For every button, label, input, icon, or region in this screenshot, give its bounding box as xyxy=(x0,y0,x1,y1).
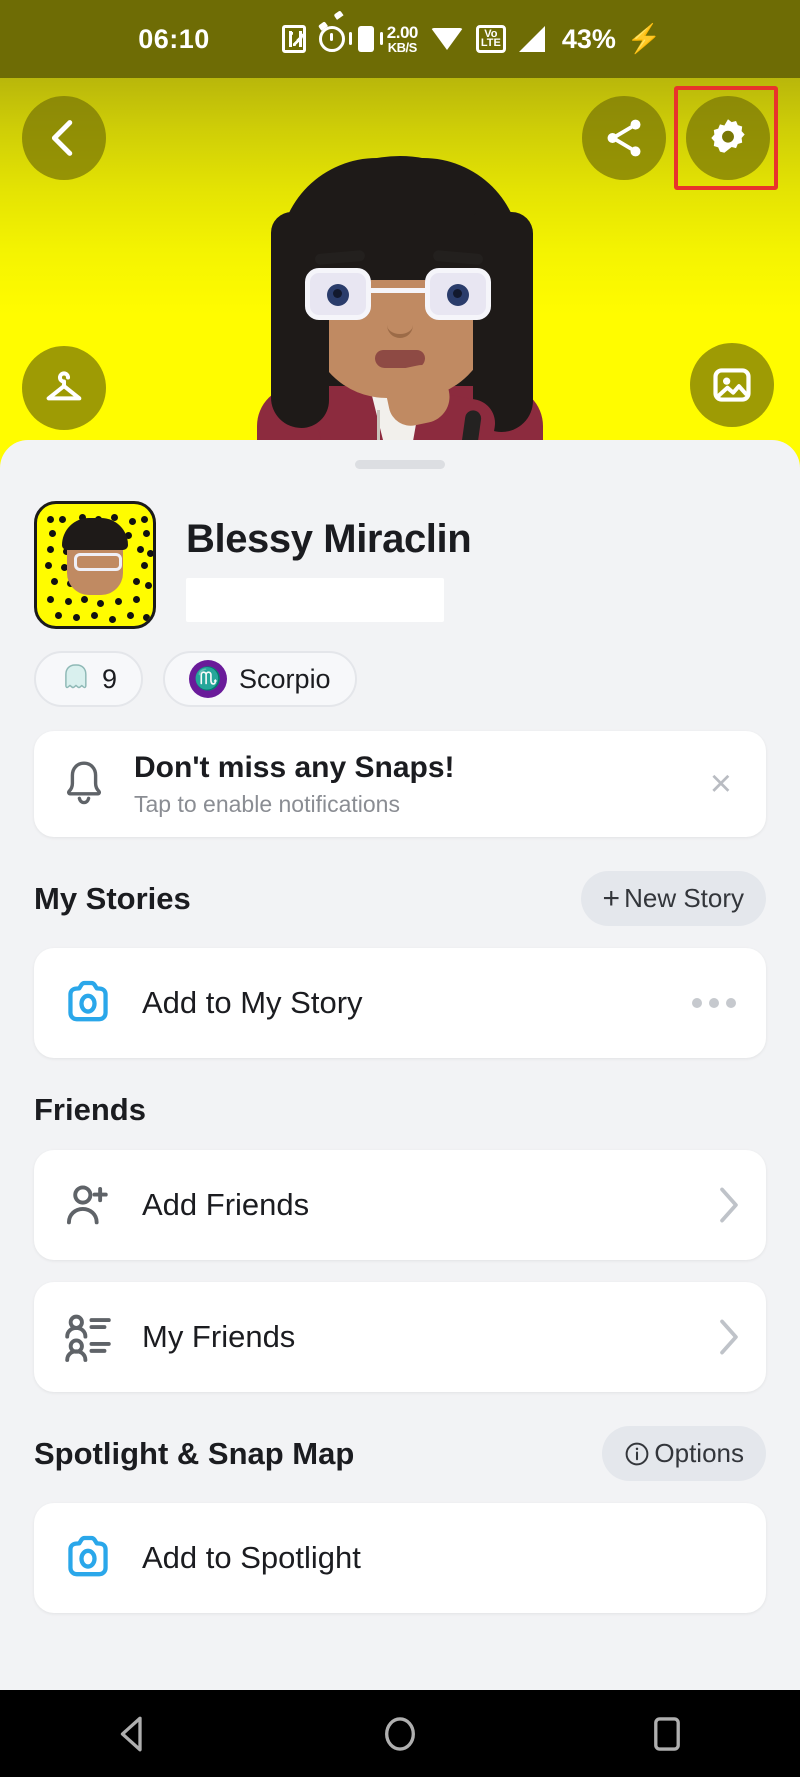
network-speed-value: 2.00 xyxy=(386,23,419,42)
list-item-add-friends[interactable]: Add Friends xyxy=(34,1150,766,1260)
list-item-add-to-my-story[interactable]: Add to My Story xyxy=(34,948,766,1058)
image-icon xyxy=(713,368,751,402)
section-title: Spotlight & Snap Map xyxy=(34,1435,355,1471)
network-speed-unit: KB/S xyxy=(387,40,418,55)
add-person-icon xyxy=(60,1177,116,1233)
settings-button[interactable] xyxy=(686,96,770,180)
profile-sheet: Blessy Miraclin 9 ♏ Scorpio Don't miss a… xyxy=(0,440,800,1690)
bell-icon xyxy=(67,761,101,805)
list-item-label: My Friends xyxy=(142,1319,296,1354)
section-title: Friends xyxy=(34,1092,146,1127)
add-person-glyph xyxy=(66,1185,108,1225)
snapcode[interactable] xyxy=(34,501,156,629)
plus-icon: + xyxy=(602,881,621,915)
volte-bottom-text: LTE xyxy=(480,37,501,49)
vibrate-icon xyxy=(348,26,383,52)
status-bar-icons: 2.00 KB/S Vo LTE 43% ⚡ xyxy=(281,23,662,55)
chevron-right-icon xyxy=(720,1187,738,1223)
share-profile-button[interactable] xyxy=(582,96,666,180)
home-circle-icon[interactable] xyxy=(379,1713,421,1755)
section-title: My Stories xyxy=(34,880,191,916)
gear-icon xyxy=(711,119,745,153)
battery-percent: 43% xyxy=(561,23,616,54)
notification-subtitle: Tap to enable notifications xyxy=(134,790,400,817)
section-header-my-stories: My Stories + New Story xyxy=(0,837,800,926)
snap-score-badge[interactable]: 9 xyxy=(34,651,144,707)
recents-square-icon[interactable] xyxy=(646,1713,688,1755)
android-navigation-bar xyxy=(0,1690,800,1777)
list-item-add-to-spotlight[interactable]: Add to Spotlight xyxy=(34,1503,766,1613)
camera-icon xyxy=(60,1530,116,1586)
chevron-right-icon xyxy=(720,1319,738,1355)
ghost-icon xyxy=(65,664,87,689)
camera-glyph xyxy=(68,1535,108,1577)
new-story-label: New Story xyxy=(624,883,744,913)
volte-icon: Vo LTE xyxy=(475,25,506,53)
list-item-label: Add to Spotlight xyxy=(142,1540,361,1575)
display-name: Blessy Miraclin xyxy=(186,517,472,561)
list-item-my-friends[interactable]: My Friends xyxy=(34,1282,766,1392)
alarm-icon xyxy=(318,26,345,52)
zodiac-icon: ♏ xyxy=(189,660,228,698)
profile-summary: Blessy Miraclin xyxy=(0,469,800,629)
options-button[interactable]: Options xyxy=(602,1426,766,1481)
options-label: Options xyxy=(654,1438,744,1468)
notification-close-icon[interactable]: × xyxy=(702,765,740,803)
info-icon xyxy=(626,1442,649,1465)
wifi-icon xyxy=(430,28,463,50)
new-story-button[interactable]: + New Story xyxy=(580,871,766,926)
section-header-spotlight-snap-map: Spotlight & Snap Map Options xyxy=(0,1392,800,1481)
profile-badges: 9 ♏ Scorpio xyxy=(0,629,800,707)
notification-text: Don't miss any Snaps! Tap to enable noti… xyxy=(134,751,676,818)
status-bar: 06:10 2.00 KB/S Vo LTE 43% ⚡ xyxy=(0,0,800,78)
friends-list-icon xyxy=(60,1309,116,1365)
notification-banner[interactable]: Don't miss any Snaps! Tap to enable noti… xyxy=(34,731,766,837)
astrology-sign-label: Scorpio xyxy=(239,663,331,694)
change-background-button[interactable] xyxy=(690,343,774,427)
friends-list-glyph xyxy=(65,1314,111,1362)
charging-bolt-icon: ⚡ xyxy=(626,23,662,54)
signal-icon xyxy=(518,26,545,52)
section-header-friends: Friends xyxy=(0,1058,800,1128)
astrology-badge[interactable]: ♏ Scorpio xyxy=(163,651,357,707)
list-item-label: Add to My Story xyxy=(142,985,363,1020)
list-item-label: Add Friends xyxy=(142,1187,310,1222)
camera-glyph xyxy=(68,980,108,1022)
notification-title: Don't miss any Snaps! xyxy=(134,750,455,784)
camera-icon xyxy=(60,975,116,1031)
more-options-icon[interactable] xyxy=(692,998,740,1008)
bitmoji-fashion-button[interactable] xyxy=(22,346,106,430)
share-icon xyxy=(607,119,641,157)
back-button[interactable] xyxy=(22,96,106,180)
nfc-icon xyxy=(281,25,306,53)
hanger-icon xyxy=(46,371,82,401)
network-speed-icon: 2.00 KB/S xyxy=(386,23,419,55)
username-redacted xyxy=(186,578,444,622)
profile-identity: Blessy Miraclin xyxy=(186,501,766,622)
chevron-left-icon xyxy=(51,120,73,156)
snapcode-bitmoji-face xyxy=(62,518,128,596)
status-bar-time: 06:10 xyxy=(138,23,210,54)
back-triangle-icon[interactable] xyxy=(112,1713,154,1755)
sheet-drag-handle[interactable] xyxy=(355,460,445,469)
snap-score-value: 9 xyxy=(102,663,118,694)
